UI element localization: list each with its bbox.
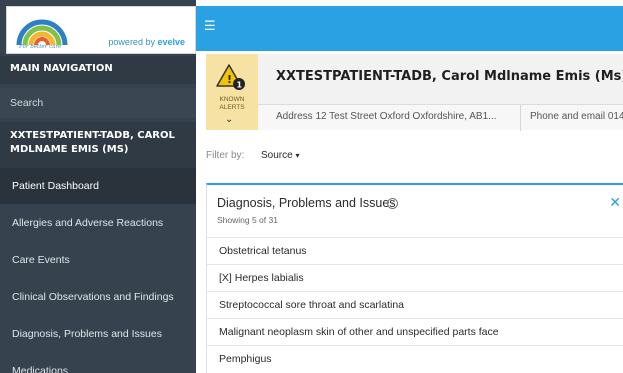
known-alerts-label: KNOWN ALERTS [206,96,258,112]
sidebar: For better care powered by evelve MAIN N… [0,0,196,373]
warning-icon: ! 1 [216,64,245,90]
source-filter-dropdown[interactable]: Source ▾ [261,150,299,161]
list-item[interactable]: Streptococcal sore throat and scarlatina [207,291,623,318]
powered-by-label: powered by [108,37,155,47]
known-alerts-button[interactable]: ! 1 KNOWN ALERTS ⌄ [206,54,258,130]
sidebar-patient-name[interactable]: XXTESTPATIENT-TADB, CAROL MDLNAME EMIS (… [0,122,196,168]
svg-text:1: 1 [237,81,243,90]
sidebar-item-patient-dashboard[interactable]: Patient Dashboard [0,168,196,204]
source-filter-label: Source [261,150,293,161]
diagnosis-card: Diagnosis, Problems and Issues ? Showing… [206,183,623,373]
hamburger-icon[interactable]: ☰ [204,19,216,34]
details-divider [520,105,521,131]
sidebar-item-clinical-observations[interactable]: Clinical Observations and Findings [0,279,196,315]
logo-tagline: For better care [19,44,62,50]
svg-text:!: ! [227,73,232,86]
brand-name: evelve [157,37,185,47]
filter-label: Filter by: [206,150,245,161]
top-bar: ☰ [196,6,623,51]
sidebar-item-care-events[interactable]: Care Events [0,242,196,278]
card-title: Diagnosis, Problems and Issues [217,196,396,210]
card-count: Showing 5 of 31 [217,215,278,225]
sidebar-search[interactable]: Search [0,88,196,118]
patient-name-line2: MDLNAME EMIS (MS) [10,144,129,155]
list-item[interactable]: [X] Herpes labialis [207,264,623,291]
help-icon[interactable]: ? [387,198,398,209]
sidebar-item-allergies[interactable]: Allergies and Adverse Reactions [0,205,196,241]
alerts-label-line2: ALERTS [219,104,245,111]
patient-banner: ! 1 KNOWN ALERTS ⌄ XXTESTPATIENT-TADB, C… [206,54,623,131]
close-icon[interactable]: ✕ [609,195,621,211]
patient-details-row: Address 12 Test Street Oxford Oxfordshir… [258,104,623,131]
list-item[interactable]: Pemphigus [207,345,623,372]
chevron-down-icon: ▾ [295,151,300,160]
chevron-down-icon: ⌄ [225,114,234,125]
powered-by: powered by evelve [108,37,185,47]
patient-name-line1: XXTESTPATIENT-TADB, CAROL [10,130,175,141]
list-item[interactable]: Obstetrical tetanus [207,237,623,264]
main-navigation-header: MAIN NAVIGATION [0,56,196,84]
patient-name: XXTESTPATIENT-TADB, Carol Mdlname Emis (… [276,69,623,84]
list-item[interactable]: Malignant neoplasm skin of other and uns… [207,318,623,345]
patient-address[interactable]: Address 12 Test Street Oxford Oxfordshir… [276,111,496,122]
sidebar-item-diagnosis[interactable]: Diagnosis, Problems and Issues [0,316,196,352]
patient-phone-email[interactable]: Phone and email 014 [530,111,623,122]
logo[interactable]: For better care powered by evelve [6,6,196,54]
alerts-label-line1: KNOWN [219,96,245,103]
sidebar-item-medications[interactable]: Medications [0,353,196,373]
